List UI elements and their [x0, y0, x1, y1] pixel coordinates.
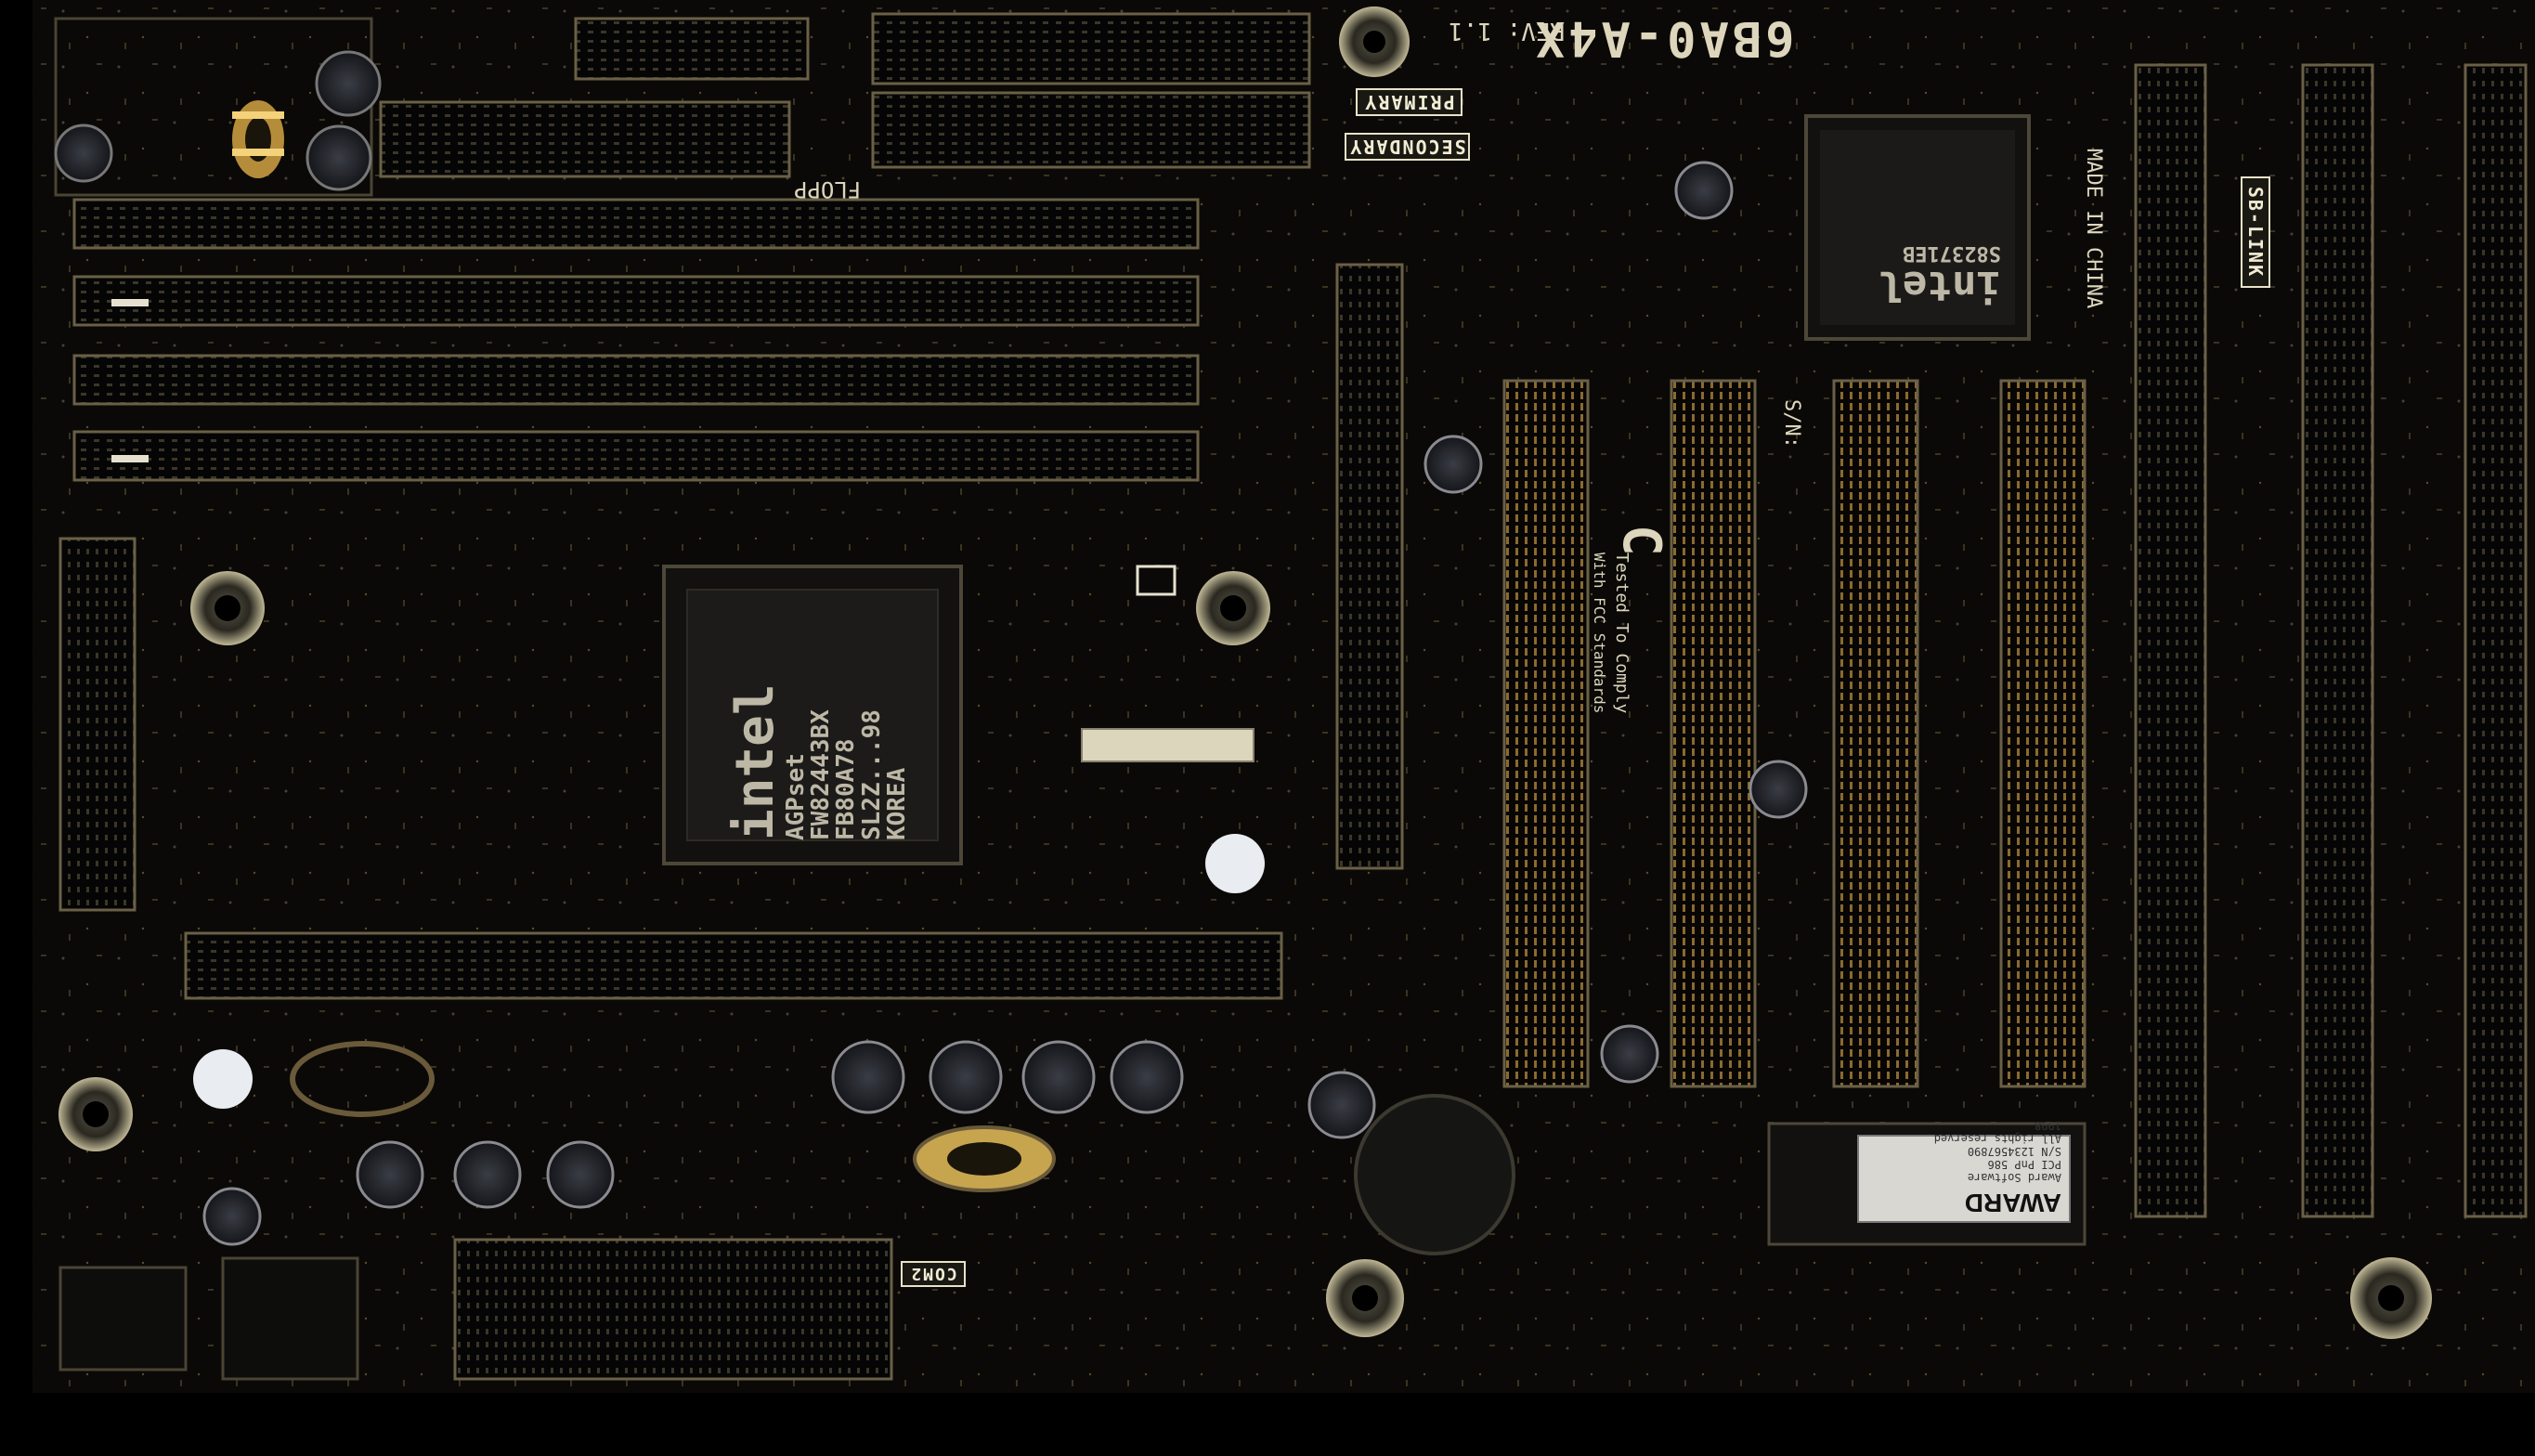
award-bios-label: AWARD Award Software PCI PnP 586 S/N 123…: [1857, 1119, 2071, 1223]
ide-connector-secondary: [871, 12, 1311, 85]
sn-label: S/N:: [1780, 399, 1803, 448]
northbridge-text: intel AGPset FW82443BX FB80A78 SL2Z...98…: [725, 683, 911, 840]
motherboard-photo: [0, 0, 2535, 1456]
agp-slot: [184, 931, 1283, 1000]
cpu-slot: [1335, 263, 1404, 870]
board-model: 6BA0-A4X: [1532, 10, 1795, 66]
primary-label: PRIMARY: [1356, 88, 1462, 116]
ce-mark: C: [1611, 525, 1671, 556]
ide-connector-primary: [379, 100, 791, 178]
southbridge-text: intel S82371EB: [1878, 240, 2001, 309]
keyboard-connector: [221, 1256, 359, 1381]
atx-power-connector: [58, 537, 136, 912]
com2-label: COM2: [901, 1261, 966, 1287]
fcc-line2: With FCC Standards: [1591, 552, 1608, 714]
floppy-connector: [871, 91, 1311, 169]
cmos-battery: [1354, 1094, 1515, 1255]
sb-link-label: SB-LINK: [2241, 176, 2270, 288]
serial-port: [453, 1238, 893, 1381]
choke-coil: [232, 100, 284, 178]
board-revision: REV: 1.1: [1449, 17, 1566, 45]
secondary-label: SECONDARY: [1345, 133, 1470, 161]
jumper-block: [574, 17, 810, 81]
made-in-label: MADE IN CHINA: [2082, 149, 2105, 309]
floppy-label: FLOPP: [794, 176, 862, 202]
pin-header: [1081, 728, 1254, 762]
isa-slots: [2134, 63, 2528, 1218]
fcc-line1: Tested To Comply: [1612, 552, 1632, 714]
